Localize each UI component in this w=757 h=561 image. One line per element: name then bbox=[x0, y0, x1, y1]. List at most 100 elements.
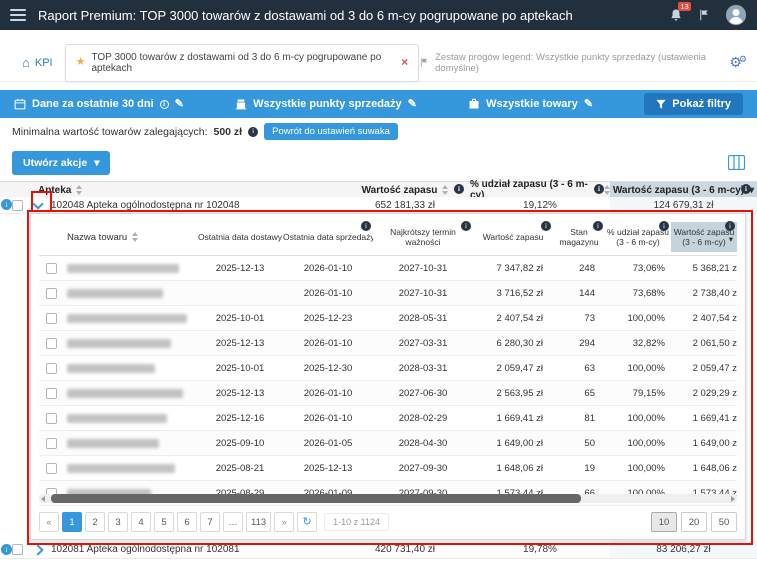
row-checkbox[interactable] bbox=[46, 288, 57, 299]
row-checkbox[interactable] bbox=[46, 388, 57, 399]
edit-icon[interactable] bbox=[584, 98, 593, 110]
legend-settings[interactable]: Zestaw progów legend: Wszystkie punkty s… bbox=[419, 52, 747, 74]
pharmacy-row[interactable]: 102081 Apteka ogólnodostępna nr 102081 4… bbox=[0, 541, 757, 559]
column-chooser-icon[interactable] bbox=[728, 155, 745, 170]
last-delivery-date bbox=[197, 281, 283, 305]
sales-points-selector[interactable]: Wszystkie punkty sprzedaży bbox=[235, 98, 417, 110]
product-name-redacted bbox=[67, 389, 183, 398]
row-info-badge-icon[interactable] bbox=[1, 544, 12, 555]
page-button[interactable]: 1 bbox=[62, 512, 82, 532]
scroll-left-arrow-icon[interactable] bbox=[41, 496, 45, 502]
user-avatar-icon[interactable] bbox=[725, 4, 747, 26]
page-size-10-button[interactable]: 10 bbox=[651, 512, 677, 532]
product-row[interactable]: 2025-10-01 2025-12-23 2028-05-31 2 407,5… bbox=[39, 306, 737, 331]
page-button[interactable]: 3 bbox=[108, 512, 128, 532]
info-icon[interactable] bbox=[741, 184, 751, 194]
stock-value: 1 648,06 zł bbox=[473, 456, 553, 480]
column-header-nazwa-towaru[interactable]: Nazwa towaru bbox=[63, 222, 197, 252]
product-row[interactable]: 2025-08-21 2025-12-13 2027-09-30 1 648,0… bbox=[39, 456, 737, 481]
row-checkbox[interactable] bbox=[12, 200, 23, 211]
menu-icon[interactable] bbox=[10, 9, 26, 21]
column-header-data-sprzedazy[interactable]: Ostatnia data sprzedaży bbox=[283, 222, 373, 252]
column-header-termin-waznosci[interactable]: Najkrótszy termin ważności bbox=[373, 222, 473, 252]
page-button[interactable]: 5 bbox=[154, 512, 174, 532]
row-info-badge-icon[interactable] bbox=[1, 199, 12, 210]
tab-report-active[interactable]: TOP 3000 towarów z dostawami od 3 do 6 m… bbox=[65, 44, 420, 82]
notifications-button[interactable]: 13 bbox=[669, 8, 683, 23]
horizontal-scrollbar[interactable] bbox=[39, 494, 737, 503]
column-header-wartosc-zapasu-3-6[interactable]: Wartość zapasu (3 - 6 m-cy) bbox=[671, 222, 737, 252]
page-button[interactable]: 4 bbox=[131, 512, 151, 532]
info-icon[interactable] bbox=[725, 221, 735, 231]
row-checkbox[interactable] bbox=[46, 438, 57, 449]
info-icon[interactable] bbox=[541, 221, 551, 231]
pharmacy-row[interactable]: 102048 Apteka ogólnodostępna nr 102048 6… bbox=[0, 197, 757, 214]
expand-row-icon[interactable] bbox=[32, 544, 43, 555]
edit-icon[interactable] bbox=[175, 98, 184, 110]
page-size-20-button[interactable]: 20 bbox=[681, 512, 707, 532]
product-row[interactable]: 2025-12-16 2026-01-10 2028-02-29 1 669,4… bbox=[39, 406, 737, 431]
info-icon[interactable] bbox=[594, 184, 604, 194]
flag-icon[interactable] bbox=[698, 8, 710, 22]
page-button[interactable]: 6 bbox=[177, 512, 197, 532]
info-icon[interactable] bbox=[659, 221, 669, 231]
product-row[interactable]: 2026-01-10 2027-10-31 3 716,52 zł 144 73… bbox=[39, 281, 737, 306]
info-icon[interactable] bbox=[593, 221, 603, 231]
last-delivery-date: 2025-10-01 bbox=[197, 356, 283, 380]
page-button[interactable]: 2 bbox=[85, 512, 105, 532]
product-row[interactable]: 2025-10-01 2025-12-30 2028-03-31 2 059,4… bbox=[39, 356, 737, 381]
row-checkbox[interactable] bbox=[46, 413, 57, 424]
column-header-wartosc-zapasu[interactable]: Wartość zapasu bbox=[340, 182, 470, 198]
column-header-wartosc-zapasu-3-6[interactable]: Wartość zapasu (3 - 6 m-cy) bbox=[610, 182, 757, 198]
shortest-expiry-date: 2028-03-31 bbox=[373, 356, 473, 380]
refresh-button[interactable] bbox=[297, 512, 317, 532]
show-filters-button[interactable]: Pokaż filtry bbox=[644, 93, 743, 115]
column-header-stan-magazynu[interactable]: Stan magazynu bbox=[553, 222, 605, 252]
row-checkbox[interactable] bbox=[46, 463, 57, 474]
info-icon[interactable] bbox=[160, 100, 169, 109]
info-icon[interactable] bbox=[361, 221, 371, 231]
collapse-row-icon[interactable] bbox=[32, 198, 43, 209]
stock-share: 79,15% bbox=[605, 381, 671, 405]
row-checkbox[interactable] bbox=[12, 544, 23, 555]
product-row[interactable]: 2025-12-13 2026-01-10 2027-10-31 7 347,8… bbox=[39, 256, 737, 281]
row-checkbox[interactable] bbox=[46, 313, 57, 324]
prev-page-button[interactable]: « bbox=[39, 512, 59, 532]
product-row[interactable]: 2025-09-10 2026-01-05 2028-04-30 1 649,0… bbox=[39, 431, 737, 456]
column-header-apteka[interactable]: Apteka bbox=[0, 182, 340, 198]
page-size-50-button[interactable]: 50 bbox=[711, 512, 737, 532]
row-checkbox[interactable] bbox=[46, 338, 57, 349]
info-icon[interactable] bbox=[248, 127, 258, 137]
info-icon[interactable] bbox=[461, 221, 471, 231]
scroll-right-arrow-icon[interactable] bbox=[731, 496, 735, 502]
next-page-button[interactable]: » bbox=[274, 512, 294, 532]
column-label: Wartość zapasu bbox=[362, 185, 438, 196]
row-checkbox[interactable] bbox=[46, 363, 57, 374]
products-selector[interactable]: Wszystkie towary bbox=[468, 98, 593, 110]
create-action-button[interactable]: Utwórz akcje bbox=[12, 151, 110, 175]
row-checkbox[interactable] bbox=[46, 263, 57, 274]
stock-count: 294 bbox=[553, 331, 605, 355]
scrollbar-thumb[interactable] bbox=[51, 494, 581, 503]
edit-icon[interactable] bbox=[408, 98, 417, 110]
column-header-data-dostawy[interactable]: Ostatnia data dostawy bbox=[197, 222, 283, 252]
settings-gears-icon[interactable] bbox=[729, 55, 747, 70]
date-range-selector[interactable]: Dane za ostatnie 30 dni bbox=[14, 98, 184, 110]
stock-value-3-6m: 2 738,40 z bbox=[671, 281, 737, 305]
date-range-label: Dane za ostatnie 30 dni bbox=[32, 98, 154, 110]
column-header-wartosc-zapasu[interactable]: Wartość zapasu bbox=[473, 222, 553, 252]
page-button[interactable]: 7 bbox=[200, 512, 220, 532]
column-header-udzial-zapasu[interactable]: % udział zapasu (3 - 6 m-cy) bbox=[470, 182, 610, 198]
product-row[interactable]: 2025-12-13 2026-01-10 2027-06-30 2 563,9… bbox=[39, 381, 737, 406]
page-button[interactable]: 113 bbox=[246, 512, 271, 532]
info-icon[interactable] bbox=[454, 184, 464, 194]
close-tab-icon[interactable] bbox=[401, 56, 408, 69]
product-row[interactable]: 2025-12-13 2026-01-10 2027-03-31 6 280,3… bbox=[39, 331, 737, 356]
stock-count: 63 bbox=[553, 356, 605, 380]
tab-kpi[interactable]: KPI bbox=[10, 48, 65, 78]
reset-slider-button[interactable]: Powrót do ustawień suwaka bbox=[264, 123, 398, 140]
last-delivery-date: 2025-10-01 bbox=[197, 306, 283, 330]
column-header-udzial-zapasu[interactable]: % udział zapasu (3 - 6 m-cy) bbox=[605, 222, 671, 252]
stock-count: 65 bbox=[553, 381, 605, 405]
product-name-redacted bbox=[67, 439, 159, 448]
